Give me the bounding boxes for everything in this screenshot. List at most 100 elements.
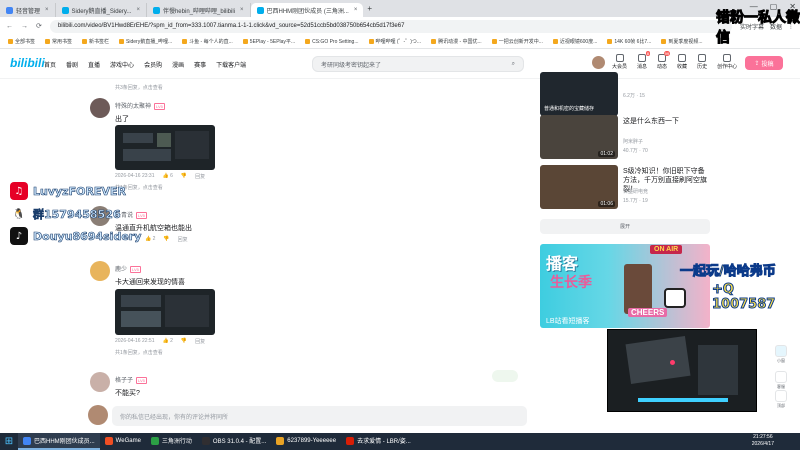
video-thumbnail[interactable]: 01:06 — [540, 165, 618, 209]
browser-tab[interactable]: 轻音管理 × — [0, 3, 56, 17]
back-to-top-button[interactable]: 顶部 — [773, 390, 789, 410]
ad-subtitle: 生长季 — [550, 275, 592, 291]
dislike-icon[interactable]: 👎 — [181, 338, 187, 345]
like-button[interactable]: 👍 6 — [162, 173, 172, 180]
bookmark-item[interactable]: 近视眼镜600度... — [552, 38, 597, 45]
header-nav-item[interactable]: 8 消息 — [637, 51, 651, 70]
search-icon[interactable]: ⌕ — [512, 61, 515, 68]
new-tab-icon[interactable]: + — [367, 4, 372, 13]
comment-username[interactable]: 特殊的太聚神 LV5 — [115, 101, 165, 110]
dislike-icon[interactable]: 👎 — [181, 173, 187, 180]
dislike-icon[interactable]: 👎 — [163, 236, 169, 243]
sub-reply-count[interactable]: 共3条回复，点击查看 — [115, 84, 163, 91]
bilibili-logo[interactable]: bilibili — [10, 56, 45, 70]
promo-text: 一起玩/哈哈弗币 — [680, 264, 777, 280]
bookmark-item[interactable]: Sidery鹅直播_哔哩... — [119, 38, 172, 45]
video-stats: 6.2万 · 15 — [623, 93, 645, 99]
taskbar-item[interactable]: OBS 31.0.4 - 配置... — [197, 433, 271, 450]
avatar[interactable] — [90, 372, 110, 392]
nav-item[interactable]: 直播 — [88, 60, 100, 69]
bookmark-item[interactable]: 常用书签 — [45, 38, 72, 45]
social-line: 🐧 群1579458526 — [10, 205, 121, 223]
browser-tab[interactable]: Sidery鹅直播_Sidery... × — [56, 3, 147, 17]
close-icon[interactable]: × — [45, 7, 49, 13]
tab-favicon-icon — [256, 6, 264, 14]
reply-button[interactable]: 回复 — [195, 173, 205, 180]
search-input[interactable]: 考研同级考密钥起来了 — [321, 60, 381, 69]
comment-image[interactable] — [115, 289, 215, 335]
browser-tab[interactable]: 伴慢hebin_哔哩哔哩_bilibili × — [147, 3, 251, 17]
bookmark-item[interactable]: 斗鱼 - 每个人的直... — [182, 38, 233, 45]
bookmark-item[interactable]: 腾讯动漫 - 中国优... — [431, 38, 482, 45]
nav-item[interactable]: 游戏中心 — [110, 60, 134, 69]
expand-button[interactable]: 展开 — [540, 219, 710, 234]
reply-button[interactable]: 回复 — [178, 236, 188, 243]
taskbar-item[interactable]: 三角洲行动 — [146, 433, 197, 450]
taskbar-item[interactable]: 巴西HHM刚团伙成员... — [18, 433, 100, 450]
taskbar-item[interactable]: 去求爱情 - LBR/姿... — [341, 433, 416, 450]
bookmark-item[interactable]: 哔哩哔哩 (゜-゜)つ... — [368, 38, 421, 45]
bookmark-item[interactable]: 5EPlay - 5EPlay平... — [242, 38, 295, 45]
system-clock[interactable]: 21:27:56 2026/4/17 — [752, 434, 774, 448]
bookmark-item[interactable]: 14K 60帧 6比7... — [607, 38, 651, 45]
recommend-item[interactable]: 01:06 S级冷知识！你旧职下守备方法，千万别直接刷阿空旗裂！ 日墨研电竞 1… — [540, 165, 710, 209]
taskbar-item[interactable]: 6237899-Yeeeeee — [271, 433, 341, 450]
close-icon[interactable]: × — [354, 7, 358, 13]
nav-icon — [723, 54, 732, 62]
comment-text: 出了 — [115, 116, 129, 123]
like-button[interactable]: 👍 2 — [162, 338, 172, 345]
avatar[interactable] — [90, 261, 110, 281]
reply-button[interactable]: 回复 — [195, 338, 205, 345]
thumb-up-icon: 👍 — [162, 338, 169, 344]
header-nav-label: 创作中心 — [717, 64, 738, 70]
browser-tab-active[interactable]: 巴西HHM刚团伙成员 (三角洲... × — [250, 3, 364, 17]
close-icon[interactable]: × — [240, 7, 244, 13]
back-icon[interactable]: ← — [6, 23, 13, 30]
video-title[interactable]: 这是什么东西一下 — [623, 117, 709, 126]
reload-icon[interactable]: ⟳ — [36, 22, 42, 30]
nav-item[interactable]: 下载客户端 — [216, 60, 246, 69]
header-right-nav: 大会员 8 消息 99 动态 收藏 历史 创作中心 — [612, 51, 737, 70]
video-thumbnail[interactable]: 01:02 — [540, 115, 618, 159]
avatar[interactable] — [90, 98, 110, 118]
comment-image[interactable] — [115, 125, 215, 170]
nav-item[interactable]: 首页 — [44, 60, 56, 69]
customer-service-button[interactable]: 客服 — [773, 371, 789, 391]
bookmark-item[interactable]: 新书签栏 — [82, 38, 109, 45]
promo-contact: +Q 1007587 — [712, 282, 776, 313]
forward-icon[interactable]: → — [21, 23, 28, 30]
nav-item[interactable]: 番剧 — [66, 60, 78, 69]
header-nav-item[interactable]: 收藏 — [677, 54, 687, 70]
recommend-item[interactable]: 01:02 这是什么东西一下 阿米胖子 40.7万 · 70 — [540, 115, 710, 159]
taskbar-item[interactable]: WeGame — [100, 433, 146, 450]
recommend-item[interactable]: 普通和机密的宝藏储存 6.2万 · 15 — [540, 72, 710, 116]
url-field[interactable]: bilibili.com/video/BV1Hwd8ErEHE/?spm_id_… — [49, 19, 732, 33]
comment-username[interactable]: 鹿少 LV5 — [115, 264, 141, 273]
ad-banner[interactable]: 播客 生长季 ON AIR CHEERS LB站看短播客 — [540, 244, 710, 328]
nav-item[interactable]: 漫画 — [172, 60, 184, 69]
close-icon[interactable]: × — [136, 7, 140, 13]
header-nav-item[interactable]: 大会员 — [612, 54, 627, 70]
upload-button[interactable]: ⇪ 投稿 — [745, 56, 783, 70]
like-button[interactable]: 👍 2 — [145, 236, 155, 243]
header-nav-item[interactable]: 历史 — [697, 54, 707, 70]
video-uploader[interactable]: 日墨研电竞 — [623, 188, 648, 195]
sub-reply-count[interactable]: 共1条回复，点击查看 — [115, 349, 163, 356]
search-bar[interactable]: 考研同级考密钥起来了 ⌕ — [312, 56, 524, 72]
nav-item[interactable]: 赛事 — [194, 60, 206, 69]
header-nav-item[interactable]: 创作中心 — [717, 54, 737, 70]
video-thumbnail[interactable]: 普通和机密的宝藏储存 — [540, 72, 618, 116]
comment-username[interactable]: 格子子 LV5 — [115, 375, 147, 384]
folder-icon — [552, 39, 558, 44]
user-avatar[interactable] — [592, 56, 605, 69]
bookmark-item[interactable]: 一把云创新开发中... — [491, 38, 543, 45]
bookmark-item[interactable]: 到夏季度视频... — [661, 38, 703, 45]
header-nav-item[interactable]: 99 动态 — [657, 51, 671, 70]
windows-start-icon[interactable]: ⊞ — [0, 433, 18, 450]
video-uploader[interactable]: 阿米胖子 — [623, 138, 643, 145]
bookmark-item[interactable]: CS:GO Pro Setting... — [305, 39, 359, 45]
reply-input[interactable]: 你的私信已经出现，你有的评论并将同所 — [112, 406, 527, 426]
mini-window-button[interactable]: 小窗 — [773, 345, 789, 365]
bookmark-item[interactable]: 全部书签 — [8, 38, 35, 45]
nav-item[interactable]: 会员购 — [144, 60, 162, 69]
